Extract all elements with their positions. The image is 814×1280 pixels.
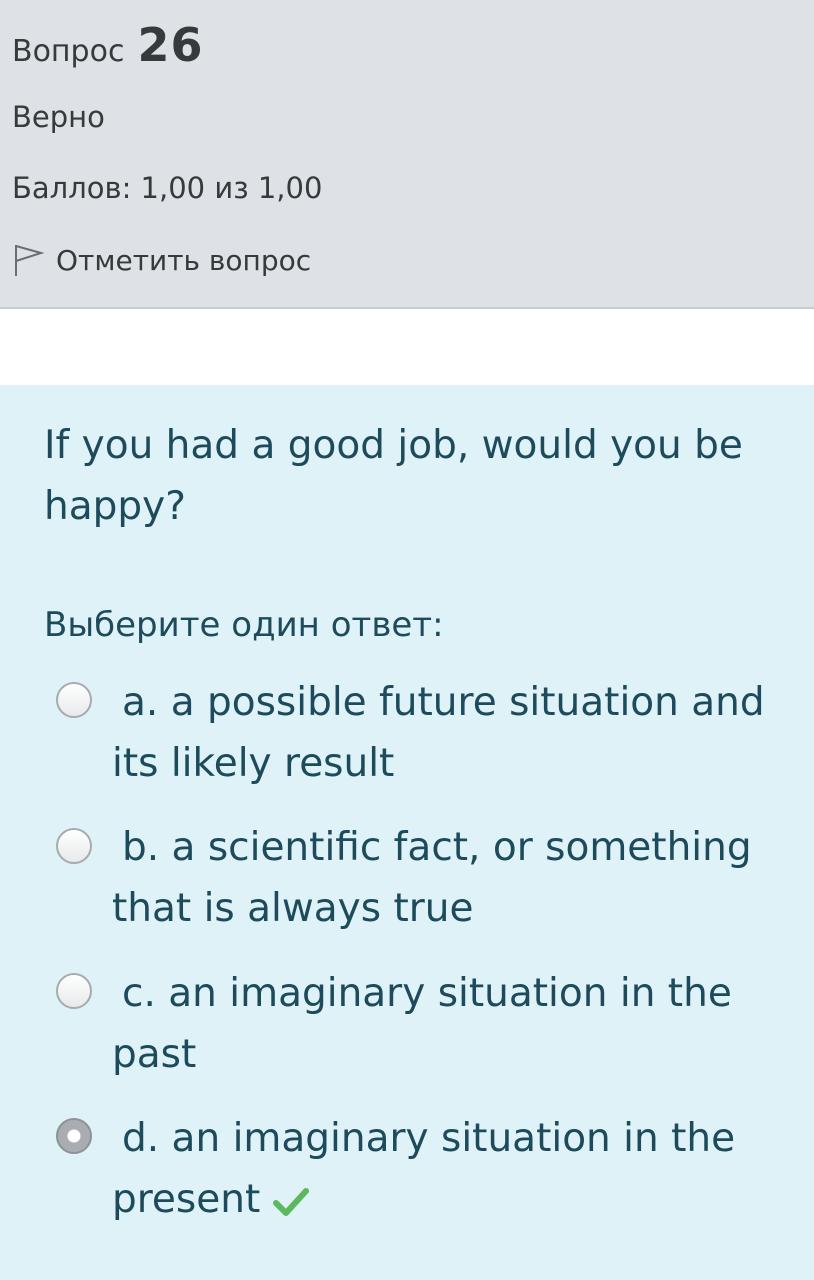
question-text: If you had a good job, would you be happ… <box>44 423 743 529</box>
question-grade: Баллов: 1,00 из 1,00 <box>12 171 323 205</box>
flag-question-button[interactable]: Отметить вопрос <box>12 242 311 278</box>
answer-b-radio[interactable] <box>56 828 92 864</box>
question-number: 26 <box>137 18 204 72</box>
check-icon <box>273 1187 310 1216</box>
answer-a-label[interactable]: a. a possible future situation and its l… <box>112 672 792 794</box>
question-word: Вопрос <box>12 34 125 69</box>
answer-c-radio[interactable] <box>56 973 92 1009</box>
answer-c-label[interactable]: c. an imaginary situation in the past <box>112 963 792 1085</box>
answer-d-option[interactable]: d. an imaginary situation in the present <box>112 1108 792 1230</box>
flag-icon <box>15 245 44 276</box>
flag-question-label: Отметить вопрос <box>56 243 312 277</box>
answer-a-radio[interactable] <box>56 682 92 718</box>
answer-b-label[interactable]: b. a scientific fact, or something that … <box>112 817 792 939</box>
question-title: Вопрос 26 <box>12 18 204 72</box>
answer-d-label: d. an imaginary situation in the present <box>112 1116 736 1222</box>
question-info-panel: Вопрос 26 Верно Баллов: 1,00 из 1,00 Отм… <box>0 0 814 309</box>
question-content: If you had a good job, would you be happ… <box>0 385 814 1280</box>
answer-d-radio[interactable] <box>56 1118 92 1154</box>
answer-prompt: Выберите один ответ: <box>44 605 444 645</box>
question-state: Верно <box>12 100 105 134</box>
